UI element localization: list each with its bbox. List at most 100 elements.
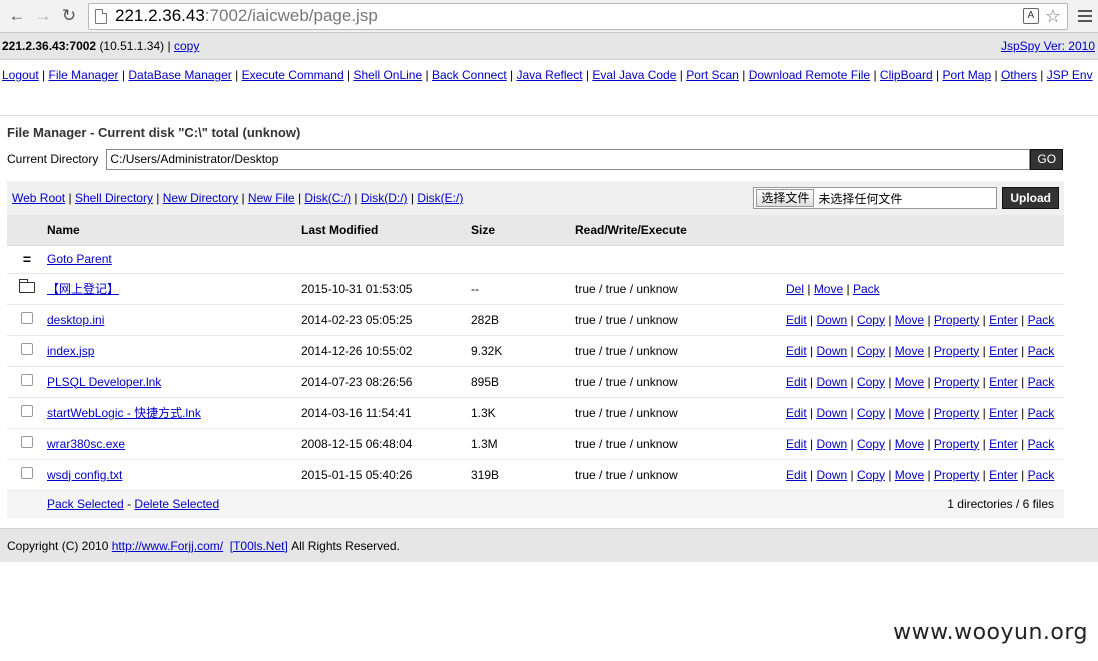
down-link[interactable]: Down bbox=[816, 437, 847, 451]
enter-link[interactable]: Enter bbox=[989, 406, 1018, 420]
down-link[interactable]: Down bbox=[816, 344, 847, 358]
nav-eval-java-code[interactable]: Eval Java Code bbox=[592, 68, 676, 82]
disk-e-link[interactable]: Disk(E:/) bbox=[417, 191, 463, 205]
del-link[interactable]: Del bbox=[786, 282, 804, 296]
pack-link[interactable]: Pack bbox=[1028, 406, 1055, 420]
pack-link[interactable]: Pack bbox=[1028, 313, 1055, 327]
copy-link[interactable]: Copy bbox=[857, 313, 885, 327]
reload-icon[interactable]: ↻ bbox=[58, 5, 80, 27]
upload-button[interactable]: Upload bbox=[1002, 187, 1059, 209]
disk-c-link[interactable]: Disk(C:/) bbox=[304, 191, 351, 205]
forjj-link[interactable]: http://www.Forjj.com/ bbox=[112, 539, 223, 553]
version-link[interactable]: JspSpy Ver: 2010 bbox=[1001, 39, 1095, 53]
select-checkbox[interactable] bbox=[21, 436, 33, 448]
property-link[interactable]: Property bbox=[934, 344, 979, 358]
nav-download-remote-file[interactable]: Download Remote File bbox=[749, 68, 870, 82]
file-name-link[interactable]: index.jsp bbox=[47, 344, 94, 358]
nav-port-scan[interactable]: Port Scan bbox=[686, 68, 739, 82]
pack-link[interactable]: Pack bbox=[1028, 344, 1055, 358]
enter-link[interactable]: Enter bbox=[989, 313, 1018, 327]
file-name-link[interactable]: PLSQL Developer.lnk bbox=[47, 375, 161, 389]
nav-file-manager[interactable]: File Manager bbox=[49, 68, 119, 82]
edit-link[interactable]: Edit bbox=[786, 406, 807, 420]
enter-link[interactable]: Enter bbox=[989, 375, 1018, 389]
edit-link[interactable]: Edit bbox=[786, 313, 807, 327]
file-name-link[interactable]: desktop.ini bbox=[47, 313, 104, 327]
select-checkbox[interactable] bbox=[21, 374, 33, 386]
property-link[interactable]: Property bbox=[934, 468, 979, 482]
bookmark-star-icon[interactable]: ☆ bbox=[1045, 6, 1061, 27]
web-root-link[interactable]: Web Root bbox=[12, 191, 65, 205]
nav-execute-command[interactable]: Execute Command bbox=[242, 68, 344, 82]
edit-link[interactable]: Edit bbox=[786, 437, 807, 451]
down-link[interactable]: Down bbox=[816, 375, 847, 389]
new-file-link[interactable]: New File bbox=[248, 191, 295, 205]
pack-link[interactable]: Pack bbox=[1028, 375, 1055, 389]
move-link[interactable]: Move bbox=[895, 313, 924, 327]
goto-parent-link[interactable]: Goto Parent bbox=[47, 252, 112, 266]
pack-link[interactable]: Pack bbox=[853, 282, 880, 296]
move-link[interactable]: Move bbox=[895, 406, 924, 420]
property-link[interactable]: Property bbox=[934, 313, 979, 327]
nav-port-map[interactable]: Port Map bbox=[942, 68, 991, 82]
nav-database-manager[interactable]: DataBase Manager bbox=[128, 68, 231, 82]
delete-selected-link[interactable]: Delete Selected bbox=[134, 497, 219, 511]
new-directory-link[interactable]: New Directory bbox=[163, 191, 238, 205]
select-checkbox[interactable] bbox=[21, 467, 33, 479]
pack-selected-link[interactable]: Pack Selected bbox=[47, 497, 124, 511]
move-link[interactable]: Move bbox=[814, 282, 843, 296]
copy-link[interactable]: Copy bbox=[857, 375, 885, 389]
current-directory-input[interactable] bbox=[106, 148, 1031, 170]
enter-link[interactable]: Enter bbox=[989, 468, 1018, 482]
shell-directory-link[interactable]: Shell Directory bbox=[75, 191, 153, 205]
file-name-link[interactable]: wsdj config.txt bbox=[47, 468, 122, 482]
move-link[interactable]: Move bbox=[895, 468, 924, 482]
copy-link[interactable]: Copy bbox=[857, 406, 885, 420]
move-link[interactable]: Move bbox=[895, 375, 924, 389]
property-link[interactable]: Property bbox=[934, 406, 979, 420]
nav-others[interactable]: Others bbox=[1001, 68, 1037, 82]
select-checkbox[interactable] bbox=[21, 312, 33, 324]
t00ls-link[interactable]: [T00ls.Net] bbox=[230, 539, 288, 553]
browser-menu-icon[interactable] bbox=[1078, 10, 1092, 22]
enter-link[interactable]: Enter bbox=[989, 437, 1018, 451]
move-link[interactable]: Move bbox=[895, 437, 924, 451]
edit-link[interactable]: Edit bbox=[786, 375, 807, 389]
nav-clipboard[interactable]: ClipBoard bbox=[880, 68, 933, 82]
property-link[interactable]: Property bbox=[934, 375, 979, 389]
edit-link[interactable]: Edit bbox=[786, 344, 807, 358]
property-link[interactable]: Property bbox=[934, 437, 979, 451]
select-checkbox[interactable] bbox=[21, 343, 33, 355]
actions-cell: Edit | Down | Copy | Move | Property | E… bbox=[786, 428, 1064, 460]
pack-link[interactable]: Pack bbox=[1028, 437, 1055, 451]
nav-logout[interactable]: Logout bbox=[2, 68, 39, 82]
pack-link[interactable]: Pack bbox=[1028, 468, 1055, 482]
down-link[interactable]: Down bbox=[816, 313, 847, 327]
file-name-link[interactable]: startWebLogic - 快捷方式.lnk bbox=[47, 406, 201, 420]
down-link[interactable]: Down bbox=[816, 468, 847, 482]
copy-link[interactable]: copy bbox=[174, 39, 199, 53]
nav-jsp-env[interactable]: JSP Env bbox=[1047, 68, 1093, 82]
copy-link[interactable]: Copy bbox=[857, 468, 885, 482]
nav-shell-online[interactable]: Shell OnLine bbox=[353, 68, 422, 82]
address-bar[interactable]: 221.2.36.43:7002/iaicweb/page.jsp A ☆ bbox=[88, 2, 1068, 30]
select-checkbox[interactable] bbox=[21, 405, 33, 417]
translate-icon[interactable]: A bbox=[1022, 8, 1039, 24]
nav-java-reflect[interactable]: Java Reflect bbox=[517, 68, 583, 82]
forward-arrow-icon[interactable]: → bbox=[32, 5, 54, 27]
back-arrow-icon[interactable]: ← bbox=[6, 5, 28, 27]
down-link[interactable]: Down bbox=[816, 406, 847, 420]
file-input[interactable]: 选择文件 未选择任何文件 bbox=[753, 187, 998, 209]
edit-link[interactable]: Edit bbox=[786, 468, 807, 482]
copy-link[interactable]: Copy bbox=[857, 344, 885, 358]
disk-d-link[interactable]: Disk(D:/) bbox=[361, 191, 408, 205]
nav-back-connect[interactable]: Back Connect bbox=[432, 68, 507, 82]
choose-file-button[interactable]: 选择文件 bbox=[756, 189, 815, 207]
browser-toolbar: ← → ↻ 221.2.36.43:7002/iaicweb/page.jsp … bbox=[0, 0, 1098, 33]
copy-link[interactable]: Copy bbox=[857, 437, 885, 451]
move-link[interactable]: Move bbox=[895, 344, 924, 358]
folder-name-link[interactable]: 【网上登记】 bbox=[47, 282, 119, 296]
go-button[interactable]: GO bbox=[1030, 148, 1064, 170]
file-name-link[interactable]: wrar380sc.exe bbox=[47, 437, 125, 451]
enter-link[interactable]: Enter bbox=[989, 344, 1018, 358]
